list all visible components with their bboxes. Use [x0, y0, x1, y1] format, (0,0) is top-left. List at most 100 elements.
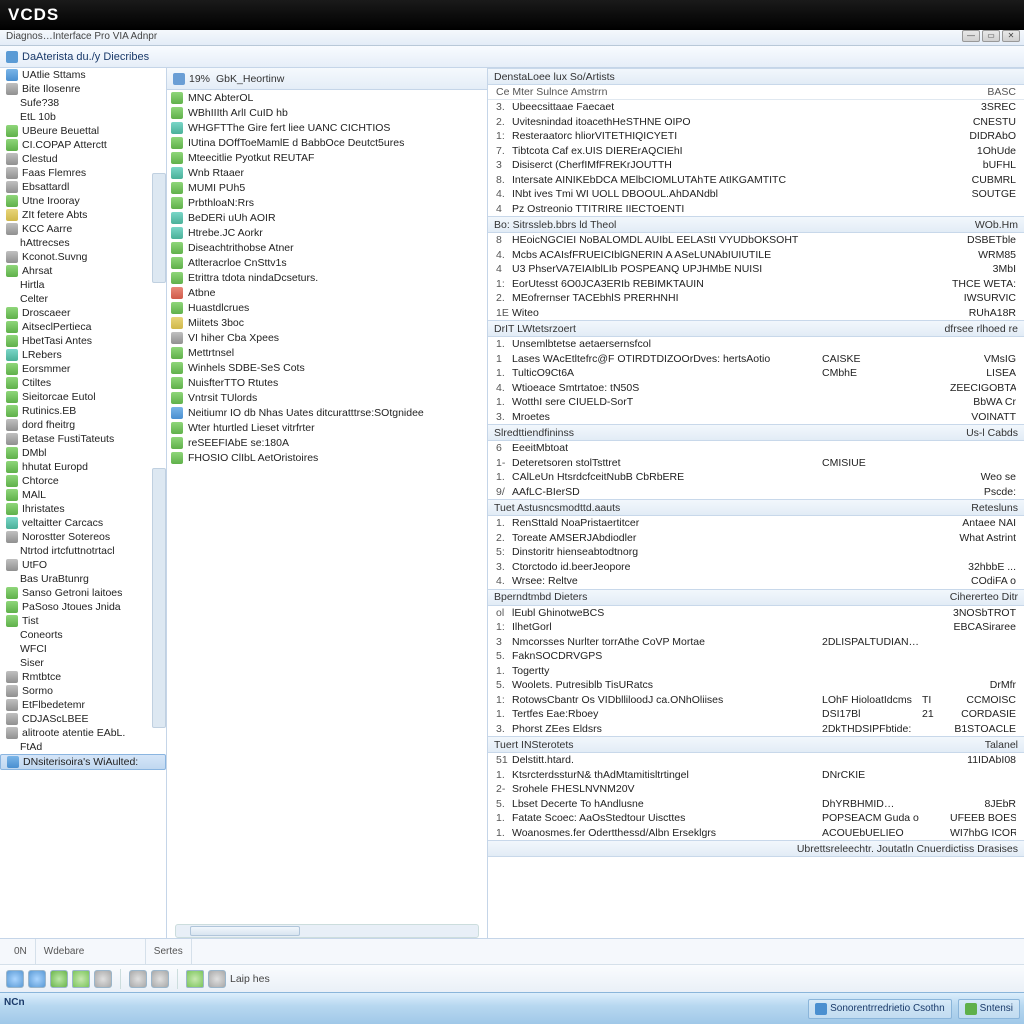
list-item[interactable]: Neitiumr IO db Nhas Uates ditcuratttrse:…	[167, 405, 487, 420]
tree-item[interactable]: Eorsmmer	[0, 362, 166, 376]
data-row[interactable]: 1.Fatate Scoec: AaOsStedtour UiscttesPOP…	[488, 811, 1024, 826]
tool-icon[interactable]	[94, 970, 112, 988]
tree-item[interactable]: Bite Ilosenre	[0, 82, 166, 96]
data-row[interactable]: 1.RenSttald NoaPristaertitcerAntaee NAI	[488, 516, 1024, 531]
tree-item[interactable]: Hirtla	[0, 278, 166, 292]
tree-item[interactable]: UtFO	[0, 558, 166, 572]
globe-icon[interactable]	[28, 970, 46, 988]
tree-item[interactable]: veltaitter Carcacs	[0, 516, 166, 530]
data-row[interactable]: 1EWiteoRUhA18R	[488, 306, 1024, 321]
list-item[interactable]: Htrebe.JC Aorkr	[167, 225, 487, 240]
tree-item[interactable]: Ihristates	[0, 502, 166, 516]
tree-item[interactable]: AitseclPertieca	[0, 320, 166, 334]
scrollbar-thumb[interactable]	[190, 926, 300, 936]
data-row[interactable]: 6EeeitMbtoat	[488, 441, 1024, 456]
data-row[interactable]: 1:RotowsCbantr Os VIDblliloodJ ca.ONhOli…	[488, 693, 1024, 708]
horizontal-scrollbar[interactable]	[175, 924, 479, 938]
tool-icon[interactable]	[208, 970, 226, 988]
data-row[interactable]: 4.INbt ives Tmi WI UOLL DBOOUL.AhDANdblS…	[488, 187, 1024, 202]
list-item[interactable]: Miitets 3boc	[167, 315, 487, 330]
tree-item[interactable]: Tist	[0, 614, 166, 628]
tree-item[interactable]: dord fheitrg	[0, 418, 166, 432]
data-row[interactable]: 1.KtsrcterdssturN& thAdMtamitisltrtingel…	[488, 768, 1024, 783]
tree-item[interactable]: PaSoso Jtoues Jnida	[0, 600, 166, 614]
data-row[interactable]: 5.Woolets. Putresiblb TisURatcsDrMfr	[488, 678, 1024, 693]
data-row[interactable]: 1.Woanosmes.fer Odertthessd/Albn Erseklg…	[488, 826, 1024, 841]
data-row[interactable]: 3.Ctorctodo id.beerJeopore32hbbE ...	[488, 560, 1024, 575]
data-row[interactable]: ollEubl GhinotweBCS3NOSbTROT	[488, 606, 1024, 621]
taskbar-item[interactable]: Sntensi	[958, 999, 1020, 1019]
data-row[interactable]: 4.Wtioeace Smtrtatoe: tN50SZEECIGOBTANI	[488, 381, 1024, 396]
tool-icon[interactable]	[6, 970, 24, 988]
tree-item[interactable]: UBeure Beuettal	[0, 124, 166, 138]
tree-item[interactable]: Utne Irooray	[0, 194, 166, 208]
excel-icon[interactable]	[186, 970, 204, 988]
list-item[interactable]: reSEEFIAbE se:180A	[167, 435, 487, 450]
tree-item[interactable]: Ntrtod irtcfuttnotrtacl	[0, 544, 166, 558]
tree-item[interactable]: Siser	[0, 656, 166, 670]
data-row[interactable]: 2-Srohele FHESLNVNM20V	[488, 782, 1024, 797]
play-icon[interactable]	[72, 970, 90, 988]
data-row[interactable]: 7.Tibtcota Caf ex.UIS DIERErAQCIEhI1OhUd…	[488, 144, 1024, 159]
tree-item[interactable]: Faas Flemres	[0, 166, 166, 180]
tree-item[interactable]: Clestud	[0, 152, 166, 166]
list-item[interactable]: MNC AbterOL	[167, 90, 487, 105]
data-row[interactable]: 1:IlhetGorlEBCASiraree	[488, 620, 1024, 635]
tree-item[interactable]: EtFlbedetemr	[0, 698, 166, 712]
tree-item[interactable]: Sormo	[0, 684, 166, 698]
tree-item[interactable]: Bas UraBtunrg	[0, 572, 166, 586]
minimize-button[interactable]: —	[962, 30, 980, 42]
tree-item[interactable]: ZIt fetere Abts	[0, 208, 166, 222]
tree-item[interactable]: Norostter Sotereos	[0, 530, 166, 544]
list-item[interactable]: Atlteracrloe CnSttv1s	[167, 255, 487, 270]
tree-item[interactable]: CDJAScLBEE	[0, 712, 166, 726]
tree-item[interactable]: EtL 10b	[0, 110, 166, 124]
tree-item[interactable]: DMbl	[0, 446, 166, 460]
list-item[interactable]: Wnb Rtaaer	[167, 165, 487, 180]
scrollbar-thumb[interactable]	[152, 468, 166, 728]
data-row[interactable]: 9/AAfLC-BIerSDPscde:	[488, 485, 1024, 500]
data-row[interactable]: 1.TulticO9Ct6ACMbhELISEA	[488, 366, 1024, 381]
tree-item[interactable]: LRebers	[0, 348, 166, 362]
data-row[interactable]: 1.CAlLeUn HtsrdcfceitNubB CbRbEREWeo se	[488, 470, 1024, 485]
list-item[interactable]: Wter hturtled Lieset vitrfrter	[167, 420, 487, 435]
tree-item[interactable]: hhutat Europd	[0, 460, 166, 474]
data-row[interactable]: 8HEoicNGCIEI NoBALOMDL AUIbL EELAStI VYU…	[488, 233, 1024, 248]
data-row[interactable]: 2.Uvitesnindad itoacethHeSTHNE OIPOCNEST…	[488, 115, 1024, 130]
list-item[interactable]: WHGFTThe Gire fert liee UANC CICHTIOS	[167, 120, 487, 135]
tree-item[interactable]: hAttrecses	[0, 236, 166, 250]
tree-item[interactable]: Betase FustiTateuts	[0, 432, 166, 446]
tree-item[interactable]: KCC Aarre	[0, 222, 166, 236]
list-item[interactable]: Mteecitlie Pyotkut REUTAF	[167, 150, 487, 165]
tree-item[interactable]: alitroote atentie EAbL.	[0, 726, 166, 740]
tree-item[interactable]: Rmtbtce	[0, 670, 166, 684]
data-row[interactable]: 1.Tertfes Eae:RboeyDSI17Bl21CORDASIE	[488, 707, 1024, 722]
tree-item[interactable]: CI.COPAP Atterctt	[0, 138, 166, 152]
data-row[interactable]: 5.FaknSOCDRVGPS	[488, 649, 1024, 664]
tool-icon[interactable]	[129, 970, 147, 988]
tree-item[interactable]: MAlL	[0, 488, 166, 502]
data-row[interactable]: 4.Wrsee: ReltveCOdiFA o	[488, 574, 1024, 589]
start-button[interactable]: NCn	[4, 997, 44, 1021]
data-row[interactable]: 8.Intersate AINIKEbDCA MElbCIOMLUTAhTE A…	[488, 173, 1024, 188]
tree-item[interactable]: Coneorts	[0, 628, 166, 642]
list-item[interactable]: IUtina DOffToeMamlE d BabbOce Deutct5ure…	[167, 135, 487, 150]
tree-item[interactable]: Chtorce	[0, 474, 166, 488]
scrollbar-thumb[interactable]	[152, 173, 166, 283]
data-row[interactable]: 4.Mcbs ACAIsfFRUEICIblGNERIN A ASeLUNAbI…	[488, 248, 1024, 263]
column-header[interactable]: 19% GbK_Heortinw	[167, 68, 487, 90]
data-row[interactable]: 1.Unsemlbtetse aetaersernsfcol	[488, 337, 1024, 352]
close-button[interactable]: ✕	[1002, 30, 1020, 42]
maximize-button[interactable]: ▭	[982, 30, 1000, 42]
data-row[interactable]: 1Lases WAcEtltefrc@F OTIRDTDIZOOrDves: h…	[488, 352, 1024, 367]
tree-item[interactable]: Kconot.Suvng	[0, 250, 166, 264]
tree-item-selected[interactable]: DNsiterisoira's WiAulted:	[0, 754, 166, 770]
list-item[interactable]: Winhels SDBE-SeS Cots	[167, 360, 487, 375]
tree-item[interactable]: Sufe?38	[0, 96, 166, 110]
list-item[interactable]: Diseachtrithobse Atner	[167, 240, 487, 255]
list-item[interactable]: BeDERi uUh AOIR	[167, 210, 487, 225]
data-row[interactable]: 3Disiserct (CherfIMfFREKrJOUTTHbUFHL	[488, 158, 1024, 173]
data-row[interactable]: 1.Togertty	[488, 664, 1024, 679]
data-row[interactable]: 5:Dinstoritr hienseabtodtnorg	[488, 545, 1024, 560]
list-item[interactable]: VI hiher Cba Xpees	[167, 330, 487, 345]
